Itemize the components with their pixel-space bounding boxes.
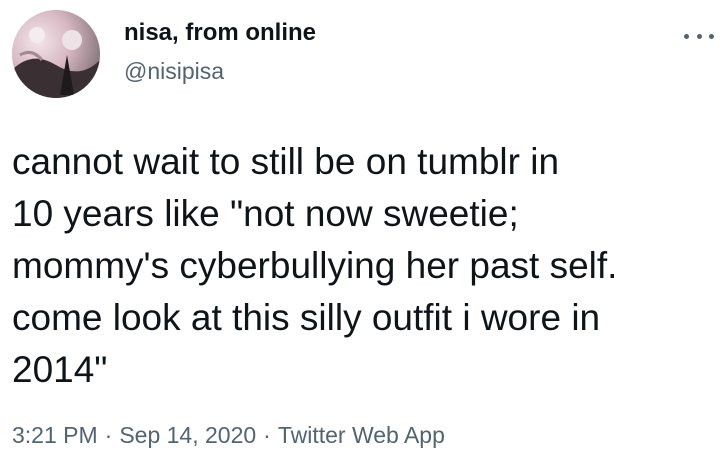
separator: · xyxy=(263,422,271,448)
tweet-card: nisa, from online @nisipisa cannot wait … xyxy=(0,0,727,469)
tweet-source[interactable]: Twitter Web App xyxy=(278,422,445,448)
tweet-text-line: come look at this silly outfit i wore in xyxy=(12,297,601,338)
tweet-text-line: 10 years like "not now sweetie; xyxy=(12,193,519,234)
tweet-text: cannot wait to still be on tumblr in 10 … xyxy=(12,136,718,396)
tweet-text-line: mommy's cyberbullying her past self. xyxy=(12,245,618,286)
tweet-date[interactable]: Sep 14, 2020 xyxy=(119,422,256,448)
more-options-icon[interactable] xyxy=(684,26,714,46)
tweet-metadata: 3:21 PM · Sep 14, 2020 · Twitter Web App xyxy=(12,424,445,447)
tweet-text-line: 2014" xyxy=(12,349,108,390)
dot xyxy=(684,33,689,39)
dot xyxy=(709,33,714,39)
tweet-time[interactable]: 3:21 PM xyxy=(12,422,98,448)
tweet-text-line: cannot wait to still be on tumblr in xyxy=(12,141,560,182)
author-handle[interactable]: @nisipisa xyxy=(124,60,224,83)
author-display-name[interactable]: nisa, from online xyxy=(124,21,316,45)
avatar-image xyxy=(12,10,100,98)
dot xyxy=(696,33,702,39)
separator: · xyxy=(104,422,113,448)
avatar[interactable] xyxy=(12,10,100,98)
